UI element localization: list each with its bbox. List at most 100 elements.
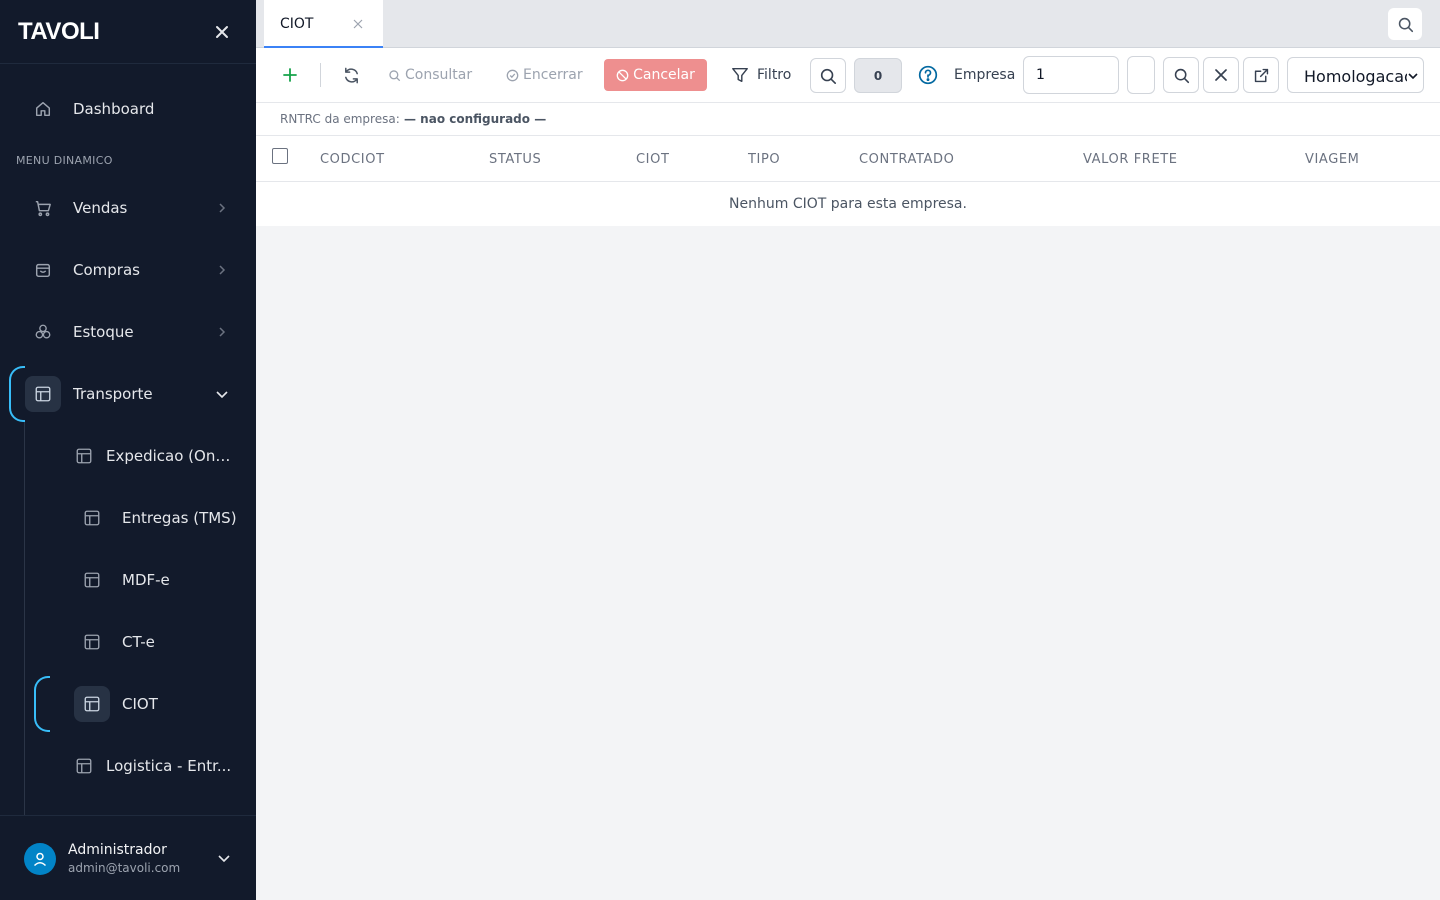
column-header-valor-frete[interactable]: VALOR FRETE <box>1083 152 1178 167</box>
ban-icon <box>616 69 629 81</box>
open-external-button[interactable] <box>1243 57 1279 93</box>
layout-icon <box>74 624 110 660</box>
help-icon <box>918 65 938 85</box>
table-header: CODCIOT STATUS CIOT TIPO CONTRATADO VALO… <box>256 136 1440 182</box>
refresh-button[interactable] <box>340 63 362 87</box>
sidebar-subitem-expedicao[interactable]: Expedicao (Ond... <box>0 428 256 484</box>
menu-section-label: MENU DINAMICO <box>16 154 113 167</box>
select-all-checkbox[interactable] <box>272 148 288 164</box>
column-header-viagem[interactable]: VIAGEM <box>1305 152 1360 167</box>
sidebar-item-label: CT-e <box>122 633 155 651</box>
chevron-right-icon <box>214 324 230 340</box>
encerrar-button[interactable]: Encerrar <box>506 63 583 87</box>
boxes-icon <box>25 314 61 350</box>
cancelar-button[interactable]: Cancelar <box>604 59 707 91</box>
sidebar-subitem-entregas[interactable]: Entregas (TMS) <box>0 490 256 546</box>
sidebar-subitem-logistica[interactable]: Logistica - Entr... <box>0 738 256 794</box>
plus-icon <box>283 68 297 82</box>
search-icon <box>1398 17 1413 32</box>
consultar-button[interactable]: Consultar <box>388 63 472 87</box>
home-icon <box>25 91 61 127</box>
check-circle-icon <box>506 69 519 81</box>
close-icon <box>216 26 228 38</box>
sidebar-item-vendas[interactable]: Vendas <box>0 180 256 236</box>
filter-icon <box>732 67 748 83</box>
sidebar-subitem-ciot[interactable]: CIOT <box>0 676 256 732</box>
layout-icon <box>66 438 102 474</box>
empresa-input[interactable] <box>1023 56 1119 94</box>
sidebar-item-dashboard[interactable]: Dashboard <box>0 81 256 137</box>
tab-label: CIOT <box>280 16 314 32</box>
column-header-tipo[interactable]: TIPO <box>748 152 780 167</box>
sidebar-item-label: MDF-e <box>122 571 170 589</box>
sidebar-item-label: Estoque <box>73 323 134 341</box>
user-name: Administrador <box>68 842 167 858</box>
chevron-down-icon <box>214 386 230 402</box>
sidebar-item-label: Transporte <box>73 385 153 403</box>
search-icon <box>820 68 837 84</box>
empty-message: Nenhum CIOT para esta empresa. <box>729 196 967 212</box>
sidebar-item-label: Vendas <box>73 199 128 217</box>
toolbar-divider <box>320 63 321 87</box>
layout-icon <box>74 686 110 722</box>
brand-logo: TAVOLI <box>18 18 100 45</box>
close-icon <box>353 19 363 29</box>
encerrar-label: Encerrar <box>523 67 583 83</box>
consultar-label: Consultar <box>405 67 473 83</box>
sidebar-item-transporte[interactable]: Transporte <box>0 366 256 422</box>
chevron-down-icon <box>1407 69 1419 83</box>
tab-bar: CIOT <box>256 0 1440 48</box>
refresh-icon <box>344 67 358 83</box>
sidebar-subitem-mdfe[interactable]: MDF-e <box>0 552 256 608</box>
layout-icon <box>25 376 61 412</box>
column-header-contratado[interactable]: CONTRATADO <box>859 152 954 167</box>
rntrc-value: — nao configurado — <box>404 112 547 126</box>
tab-ciot[interactable]: CIOT <box>264 0 383 48</box>
close-tab-button[interactable] <box>350 16 366 32</box>
user-icon <box>33 852 47 867</box>
column-header-codciot[interactable]: CODCIOT <box>320 152 385 167</box>
filtro-button[interactable]: Filtro <box>731 63 791 87</box>
empty-table-row: Nenhum CIOT para esta empresa. <box>256 182 1440 226</box>
avatar <box>24 843 56 875</box>
empresa-label: Empresa <box>954 67 1016 83</box>
search-icon <box>1174 68 1189 83</box>
sidebar-subitem-cte[interactable]: CT-e <box>0 614 256 670</box>
add-button[interactable] <box>280 63 300 87</box>
close-sidebar-button[interactable] <box>210 20 234 44</box>
cart-icon <box>25 190 61 226</box>
column-header-status[interactable]: STATUS <box>489 152 541 167</box>
chevron-right-icon <box>214 200 230 216</box>
help-button[interactable] <box>918 65 938 85</box>
clear-empresa-button[interactable] <box>1203 57 1239 93</box>
sidebar-item-estoque[interactable]: Estoque <box>0 304 256 360</box>
sidebar-item-compras[interactable]: Compras <box>0 242 256 298</box>
user-menu[interactable]: Administrador admin@tavoli.com <box>0 815 256 900</box>
bag-icon <box>25 252 61 288</box>
filtro-label: Filtro <box>757 67 792 83</box>
rntrc-label: RNTRC da empresa: <box>280 112 400 126</box>
sidebar-item-label: Expedicao (Ond... <box>106 447 236 465</box>
lookup-empresa-button[interactable] <box>1163 57 1199 93</box>
layout-icon <box>74 562 110 598</box>
cancelar-label: Cancelar <box>633 67 695 83</box>
close-icon <box>1215 69 1227 81</box>
search-icon <box>389 69 401 81</box>
column-header-ciot[interactable]: CIOT <box>636 152 670 167</box>
layout-icon <box>74 500 110 536</box>
chevron-down-icon[interactable] <box>216 850 232 866</box>
global-search-button[interactable] <box>1388 8 1422 40</box>
sidebar-item-label: Entregas (TMS) <box>122 509 237 527</box>
external-link-icon <box>1254 68 1268 82</box>
layout-icon <box>66 748 102 784</box>
search-button[interactable] <box>810 58 846 93</box>
toolbar: Consultar Encerrar Cancelar Filtro 0 Emp… <box>256 48 1440 103</box>
sidebar-item-label: Logistica - Entr... <box>106 757 232 775</box>
brand-bar: TAVOLI <box>0 0 256 64</box>
environment-select[interactable]: Homologacao <box>1287 57 1424 93</box>
sidebar: TAVOLI Dashboard MENU DINAMICO Vendas Co… <box>0 0 256 900</box>
environment-value: Homologacao <box>1304 67 1414 86</box>
empresa-name-input[interactable] <box>1127 56 1155 94</box>
chevron-right-icon <box>214 262 230 278</box>
sidebar-item-label: Compras <box>73 261 140 279</box>
